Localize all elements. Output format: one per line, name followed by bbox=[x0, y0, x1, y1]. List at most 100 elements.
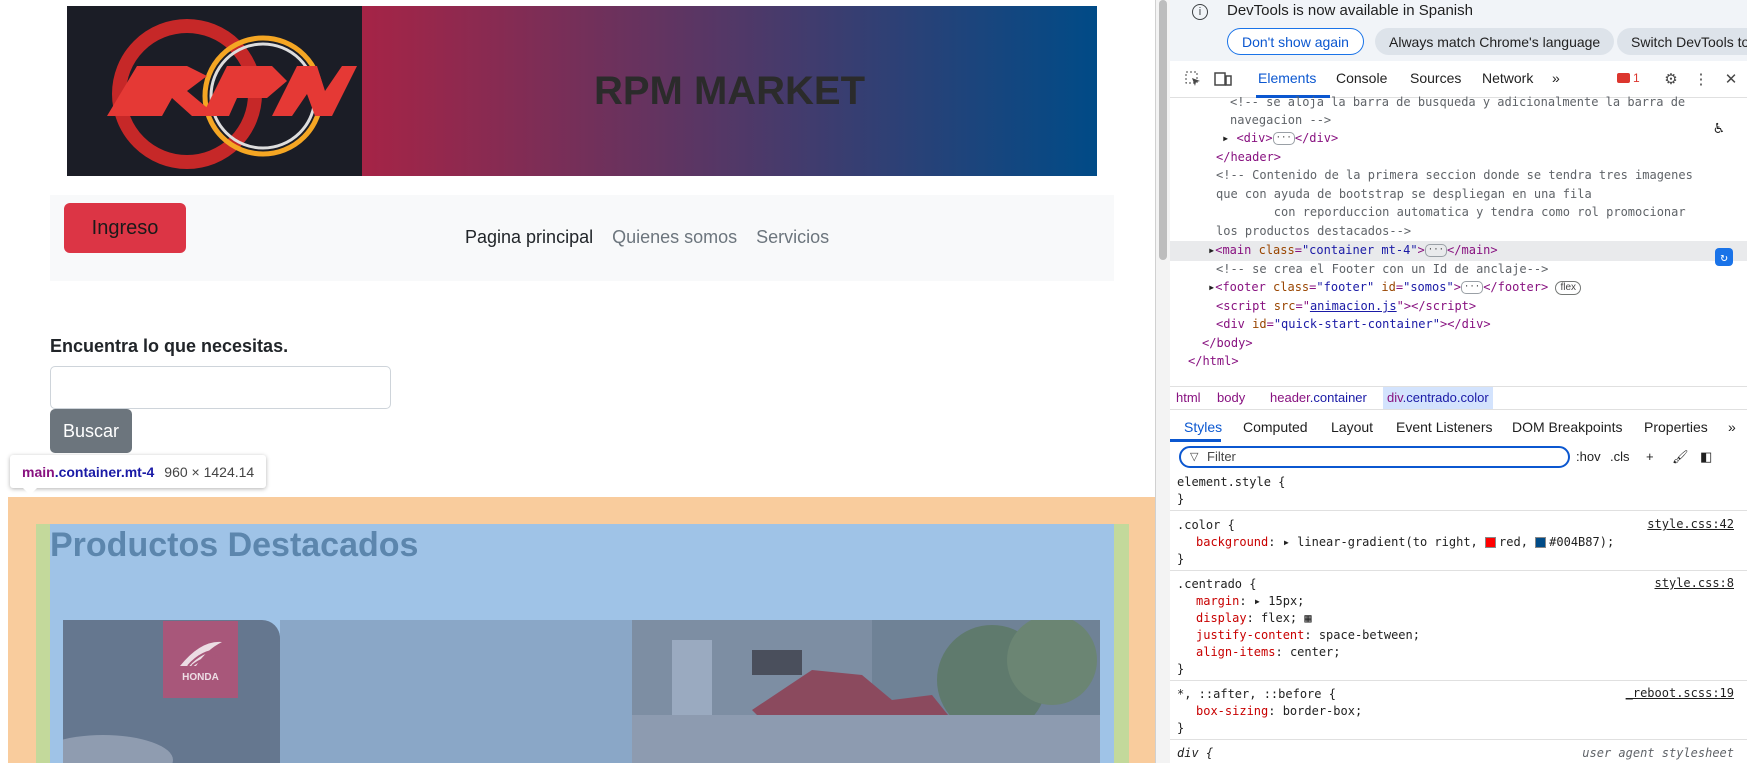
tab-computed[interactable]: Computed bbox=[1243, 419, 1308, 435]
dom-node-comment[interactable]: navegacion --> bbox=[1170, 111, 1747, 131]
color-swatch-red[interactable] bbox=[1485, 537, 1496, 548]
search-input[interactable] bbox=[50, 366, 391, 409]
dom-node-div[interactable]: ▸ <div> ··· </div> bbox=[1170, 129, 1747, 149]
dom-node-main[interactable]: ▸<main class="container mt-4"> ··· </main> bbox=[1170, 241, 1747, 261]
decl-align-items[interactable]: align-items: center; bbox=[1177, 644, 1341, 661]
decl-background[interactable]: background: ▸ linear-gradient(to right, … bbox=[1177, 534, 1614, 551]
more-subtabs-icon[interactable]: » bbox=[1728, 419, 1736, 435]
honda-logo: HONDA bbox=[163, 621, 238, 698]
new-rule-icon[interactable]: + bbox=[1646, 449, 1654, 464]
nav-links: Pagina principal Quienes somos Servicios bbox=[465, 227, 829, 248]
tooltip-classes: .container.mt-4 bbox=[54, 463, 155, 480]
search-button[interactable]: Buscar bbox=[50, 409, 132, 453]
active-subtab-indicator bbox=[1170, 439, 1221, 442]
expand-ellipsis-icon[interactable]: ··· bbox=[1272, 132, 1295, 145]
class-toggle[interactable]: .cls bbox=[1610, 449, 1630, 464]
info-icon: i bbox=[1192, 4, 1208, 20]
dom-node-header-close[interactable]: </header> bbox=[1170, 148, 1747, 168]
tab-dom-breakpoints[interactable]: DOM Breakpoints bbox=[1512, 419, 1622, 435]
dom-node-comment[interactable]: <!-- se crea el Footer con un Id de ancl… bbox=[1170, 260, 1747, 280]
login-button[interactable]: Ingreso bbox=[64, 203, 186, 253]
dom-node-comment[interactable]: <!-- Contenido de la primera seccion don… bbox=[1170, 166, 1747, 186]
nav-link-home[interactable]: Pagina principal bbox=[465, 227, 593, 248]
flex-badge[interactable]: flex bbox=[1555, 280, 1582, 295]
close-devtools-icon[interactable]: ✕ bbox=[1722, 70, 1740, 88]
web-page-viewport: RPM MARKET Ingreso Pagina principal Quie… bbox=[0, 0, 1155, 763]
breadcrumb: html body header.container div.centrado.… bbox=[1170, 386, 1747, 410]
breadcrumb-div-selected[interactable]: div.centrado.color bbox=[1383, 387, 1493, 409]
color-swatch-blue[interactable] bbox=[1535, 537, 1547, 548]
devtools-splitter[interactable] bbox=[1155, 0, 1170, 763]
tab-console[interactable]: Console bbox=[1336, 70, 1387, 86]
decl-justify-content[interactable]: justify-content: space-between; bbox=[1177, 627, 1420, 644]
dom-node-body-close[interactable]: </body> bbox=[1170, 334, 1747, 354]
search-label: Encuentra lo que necesitas. bbox=[50, 336, 289, 356]
source-link-style-8[interactable]: style.css:8 bbox=[1655, 576, 1734, 590]
dom-node-comment[interactable]: <!-- se aloja la barra de busqueda y adi… bbox=[1170, 93, 1747, 113]
decl-margin[interactable]: margin: ▸ 15px; bbox=[1177, 593, 1304, 610]
filter-icon: ▽ bbox=[1190, 451, 1199, 463]
styles-filter-input[interactable]: Filter bbox=[1179, 446, 1570, 468]
breadcrumb-html[interactable]: html bbox=[1176, 390, 1201, 405]
rule-element-style[interactable]: element.style { bbox=[1177, 474, 1285, 491]
source-link-style-42[interactable]: style.css:42 bbox=[1647, 517, 1734, 531]
rule-centrado-selector[interactable]: .centrado { bbox=[1177, 576, 1256, 593]
flex-editor-icon[interactable]: ▦ bbox=[1297, 611, 1311, 625]
tab-styles[interactable]: Styles bbox=[1184, 419, 1222, 435]
dom-node-comment[interactable]: con reporduccion automatica y tendra com… bbox=[1170, 203, 1747, 223]
rule-close: } bbox=[1177, 662, 1185, 676]
header-banner: RPM MARKET bbox=[67, 6, 1097, 176]
settings-gear-icon[interactable]: ⚙ bbox=[1662, 70, 1680, 88]
expand-ellipsis-icon[interactable]: ··· bbox=[1460, 281, 1484, 294]
rule-universal-selector[interactable]: *, ::after, ::before { bbox=[1177, 686, 1336, 703]
carousel-background bbox=[280, 620, 632, 763]
source-link-reboot[interactable]: _reboot.scss:19 bbox=[1626, 686, 1734, 700]
more-tabs-icon[interactable]: » bbox=[1552, 70, 1560, 86]
tab-properties[interactable]: Properties bbox=[1644, 419, 1708, 435]
carousel-image-motorcycle[interactable] bbox=[632, 620, 1100, 763]
tab-layout[interactable]: Layout bbox=[1331, 419, 1373, 435]
rule-separator bbox=[1170, 510, 1747, 511]
dont-show-again-button[interactable]: Don't show again bbox=[1227, 28, 1364, 55]
paint-bucket-icon[interactable]: 🖌 bbox=[1672, 449, 1689, 465]
decl-display[interactable]: display: flex; ▦ bbox=[1177, 610, 1312, 627]
rule-separator bbox=[1170, 570, 1747, 571]
dom-node-comment[interactable]: los productos destacados--> bbox=[1170, 222, 1747, 242]
device-toolbar-icon[interactable] bbox=[1214, 70, 1232, 88]
toggle-sidebar-icon[interactable]: ◧ bbox=[1700, 449, 1712, 465]
dom-node-html-close[interactable]: </html> bbox=[1170, 352, 1747, 372]
breadcrumb-body[interactable]: body bbox=[1217, 390, 1245, 405]
rule-div-selector[interactable]: div { bbox=[1177, 745, 1213, 762]
decl-box-sizing[interactable]: box-sizing: border-box; bbox=[1177, 703, 1362, 720]
nav-link-about[interactable]: Quienes somos bbox=[612, 227, 737, 248]
tab-network[interactable]: Network bbox=[1482, 70, 1533, 86]
rpm-logo[interactable] bbox=[67, 6, 362, 176]
nav-link-services[interactable]: Servicios bbox=[756, 227, 829, 248]
script-src-link[interactable]: animacion.js bbox=[1310, 299, 1397, 313]
honda-wing-icon bbox=[179, 641, 222, 667]
expand-ellipsis-icon[interactable]: ··· bbox=[1424, 244, 1448, 257]
hover-state-toggle[interactable]: :hov bbox=[1576, 449, 1601, 464]
page-scrollbar-thumb[interactable] bbox=[1159, 0, 1167, 260]
rule-color-selector[interactable]: .color { bbox=[1177, 517, 1235, 534]
dom-node-comment[interactable]: que con ayuda de bootstrap se despliegan… bbox=[1170, 185, 1747, 205]
tab-event-listeners[interactable]: Event Listeners bbox=[1396, 419, 1493, 435]
dom-node-script[interactable]: <script src="animacion.js"></script> bbox=[1170, 297, 1747, 317]
switch-language-button[interactable]: Switch DevTools to bbox=[1617, 28, 1747, 55]
styles-pane: element.style { } .color { style.css:42 … bbox=[1170, 472, 1747, 763]
tab-sources[interactable]: Sources bbox=[1410, 70, 1461, 86]
styles-filter-row: Filter ▽ :hov .cls + 🖌 ◧ bbox=[1170, 445, 1747, 470]
breadcrumb-header[interactable]: header.container bbox=[1270, 390, 1367, 405]
accessibility-tree-icon[interactable]: ♿ bbox=[1708, 116, 1730, 138]
more-options-icon[interactable]: ⋮ bbox=[1692, 70, 1710, 88]
rule-separator bbox=[1170, 739, 1747, 740]
dom-node-footer[interactable]: ▸<footer class="footer" id="somos"> ··· </… bbox=[1170, 278, 1747, 298]
always-match-language-button[interactable]: Always match Chrome's language bbox=[1375, 28, 1615, 55]
dom-node-div-quick-start[interactable]: <div id="quick-start-container"></div> bbox=[1170, 315, 1747, 335]
language-infobar: i DevTools is now available in Spanish D… bbox=[1170, 0, 1747, 61]
tab-elements[interactable]: Elements bbox=[1258, 70, 1316, 86]
issues-badge[interactable]: 1 bbox=[1617, 71, 1640, 85]
reveal-node-icon[interactable]: ↻ bbox=[1715, 248, 1733, 266]
inspect-element-icon[interactable] bbox=[1184, 70, 1202, 88]
featured-products-title: Productos Destacados bbox=[50, 526, 419, 564]
